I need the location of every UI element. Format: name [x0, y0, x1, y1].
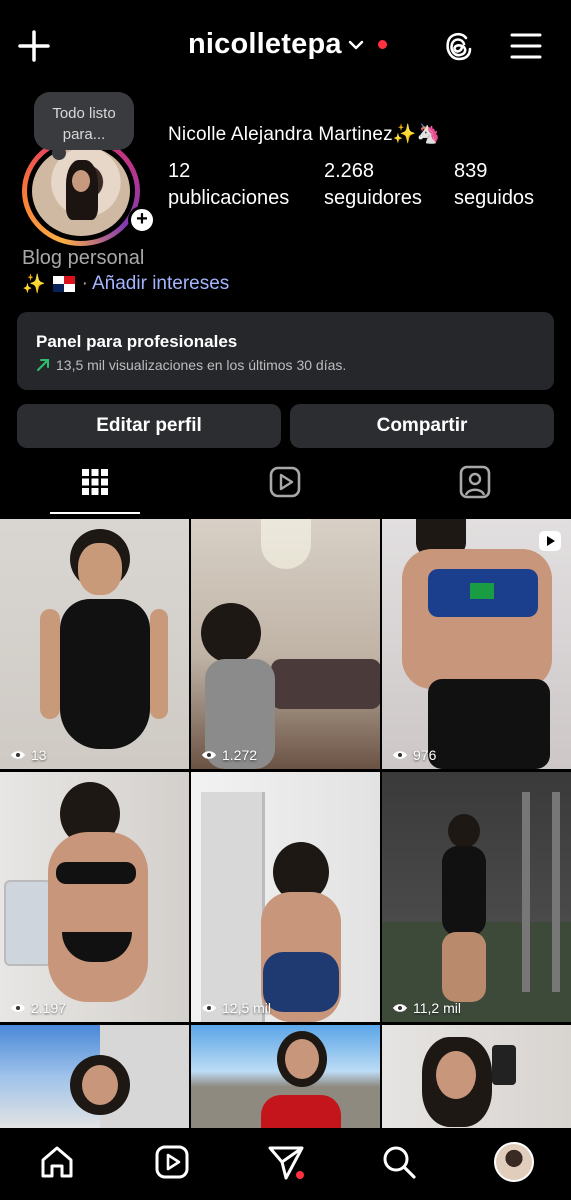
- post-thumbnail[interactable]: 976: [382, 519, 571, 769]
- bio-line: ✨ · Añadir intereses: [22, 272, 229, 296]
- stat-label: seguidores: [324, 187, 422, 209]
- panel-title: Panel para profesionales: [36, 332, 238, 351]
- post-thumbnail[interactable]: [0, 1025, 189, 1128]
- eye-icon: [11, 1004, 25, 1012]
- view-count: 2.197: [10, 1000, 66, 1016]
- view-count: 13: [10, 747, 47, 763]
- note-text: Todo listo para...: [52, 105, 116, 143]
- username: nicolletepa: [188, 28, 342, 60]
- eye-icon: [393, 1004, 407, 1012]
- add-story-button[interactable]: +: [128, 206, 156, 234]
- tagged-icon[interactable]: [430, 460, 520, 512]
- professional-dashboard-card[interactable]: Panel para profesionales 13,5 mil visual…: [17, 312, 554, 390]
- edit-profile-button[interactable]: Editar perfil: [17, 404, 281, 448]
- search-icon[interactable]: [379, 1142, 419, 1182]
- panel-subtitle-text: 13,5 mil visualizaciones en los últimos …: [56, 357, 347, 373]
- reels-icon[interactable]: [152, 1142, 192, 1182]
- avatar[interactable]: [32, 146, 130, 236]
- view-count-text: 2.197: [31, 1000, 67, 1016]
- view-count-text: 1.272: [222, 747, 258, 763]
- sparkles-emoji: ✨: [22, 274, 46, 295]
- bio-separator: ·: [81, 273, 88, 294]
- view-count-text: 11,2 mil: [413, 1000, 461, 1016]
- post-thumbnail[interactable]: 12,5 mil: [191, 772, 380, 1022]
- top-bar: nicolletepa: [0, 0, 571, 95]
- stat-label: publicaciones: [168, 187, 290, 209]
- profile-category: Blog personal: [22, 247, 145, 269]
- reel-badge-icon: [539, 531, 561, 551]
- home-icon[interactable]: [37, 1142, 77, 1182]
- eye-icon: [202, 1004, 216, 1012]
- reels-tab-icon[interactable]: [240, 460, 330, 512]
- menu-icon[interactable]: [508, 28, 544, 64]
- post-thumbnail[interactable]: 13: [0, 519, 189, 769]
- note-bubble[interactable]: Todo listo para...: [34, 92, 134, 160]
- trend-arrow-icon: [37, 359, 49, 371]
- plus-icon[interactable]: [14, 26, 54, 66]
- post-thumbnail[interactable]: [191, 1025, 380, 1128]
- stat-value: 2.268: [324, 160, 375, 182]
- profile-avatar-wrap[interactable]: +: [22, 136, 156, 246]
- stat-following[interactable]: 839 seguidos: [454, 158, 534, 212]
- stat-followers[interactable]: 2.268 seguidores: [324, 158, 422, 212]
- view-count: 11,2 mil: [392, 1000, 461, 1016]
- view-count: 1.272: [201, 747, 257, 763]
- stat-label: seguidos: [454, 187, 535, 209]
- full-name: Nicolle Alejandra Martinez✨🦄: [168, 124, 441, 145]
- bottom-navigation: [0, 1128, 571, 1200]
- view-count-text: 976: [413, 747, 437, 763]
- add-interests-link[interactable]: Añadir intereses: [92, 273, 229, 295]
- eye-icon: [393, 751, 407, 759]
- post-thumbnail[interactable]: 11,2 mil: [382, 772, 571, 1022]
- stat-value: 839: [454, 160, 488, 182]
- eye-icon: [11, 751, 25, 759]
- profile-avatar[interactable]: [494, 1142, 534, 1182]
- active-tab-indicator: [50, 512, 140, 514]
- post-thumbnail[interactable]: 1.272: [191, 519, 380, 769]
- notification-dot: [377, 40, 387, 49]
- stat-value: 12: [168, 160, 191, 182]
- account-switcher[interactable]: nicolletepa: [188, 28, 387, 61]
- eye-icon: [202, 751, 216, 759]
- grid-icon[interactable]: [50, 460, 140, 512]
- view-count: 976: [392, 747, 436, 763]
- view-count-text: 12,5 mil: [222, 1000, 272, 1016]
- view-count-text: 13: [31, 747, 47, 763]
- view-count: 12,5 mil: [201, 1000, 271, 1016]
- threads-icon[interactable]: [440, 28, 476, 64]
- messages-notification-dot: [296, 1171, 304, 1179]
- post-thumbnail[interactable]: 2.197: [0, 772, 189, 1022]
- post-thumbnail[interactable]: [382, 1025, 571, 1128]
- panama-flag-icon: [52, 276, 75, 292]
- panel-subtitle: 13,5 mil visualizaciones en los últimos …: [36, 357, 346, 373]
- chevron-down-icon: [348, 40, 363, 49]
- share-profile-button[interactable]: Compartir: [290, 404, 554, 448]
- stat-posts[interactable]: 12 publicaciones: [168, 158, 289, 212]
